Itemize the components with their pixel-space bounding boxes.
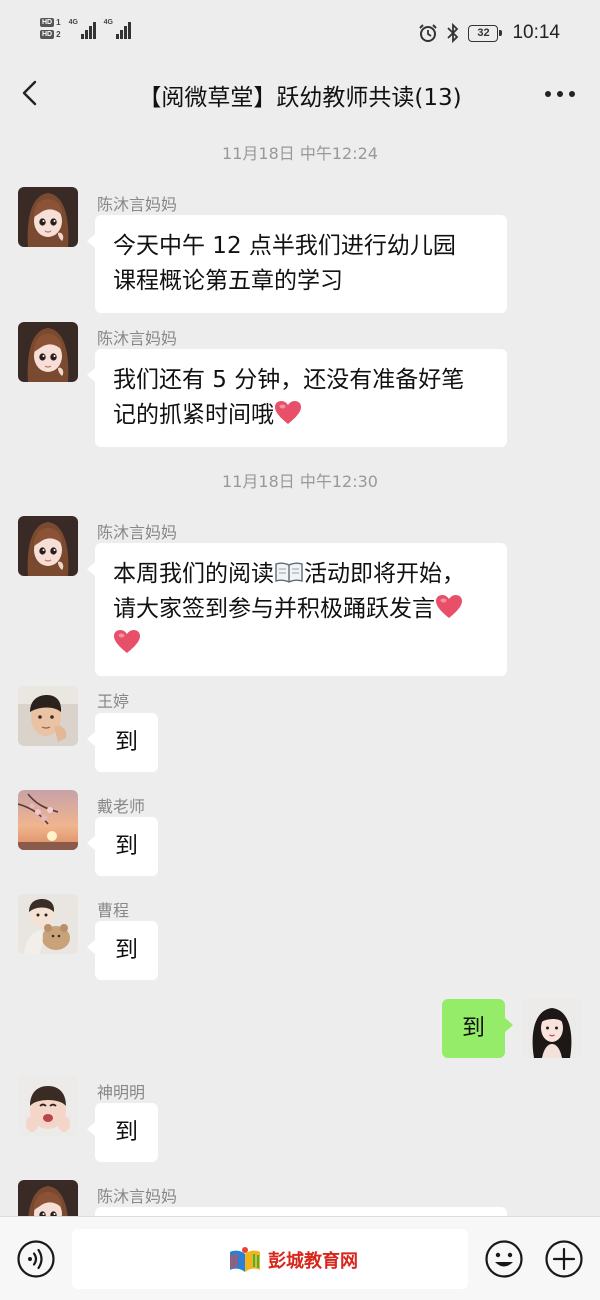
- message-text: 请大家签到参与并积极踊跃发言: [113, 596, 435, 622]
- book-logo-icon: [230, 1247, 260, 1272]
- message-bubble[interactable]: 到: [87, 817, 158, 876]
- input-bar: 彭城教育网: [0, 1216, 600, 1300]
- hd-badges: HD 1 HD 2: [40, 18, 61, 39]
- book-icon: [275, 562, 303, 583]
- message-line: 课程概论第五章的学习: [113, 268, 343, 294]
- signal-indicators: HD 1 HD 2 4G 4G: [40, 18, 131, 39]
- avatar[interactable]: [18, 1076, 78, 1136]
- message-bubble[interactable]: 到: [87, 921, 158, 980]
- sim-1-number: 1: [56, 18, 61, 27]
- avatar[interactable]: [18, 187, 78, 247]
- signal-strength-icon-2: 4G: [104, 19, 131, 39]
- message-line: 记的抓紧时间哦: [113, 398, 489, 433]
- child-bear-avatar-icon: [18, 894, 78, 954]
- timestamp: 11月18日 中午12:30: [222, 472, 378, 491]
- clock: 10:14: [512, 22, 560, 43]
- status-bar: HD 1 HD 2 4G 4G 32 10:14: [0, 0, 600, 62]
- baby-avatar-icon: [18, 1076, 78, 1136]
- message-text: 到: [115, 1119, 138, 1145]
- sender-name: 陈沐言妈妈: [97, 329, 178, 348]
- avatar[interactable]: [18, 322, 78, 382]
- sender-name: 戴老师: [97, 797, 146, 816]
- avatar[interactable]: [18, 516, 78, 576]
- voice-icon[interactable]: [16, 1239, 56, 1279]
- message-text: 活动即将开始，: [304, 561, 465, 587]
- chat-header: 【阅微草堂】跃幼教师共读(13): [0, 62, 600, 124]
- alarm-icon: [419, 24, 438, 42]
- sender-name: 陈沐言妈妈: [97, 523, 178, 542]
- signal-strength-icon-1: 4G: [69, 19, 96, 39]
- emoji-icon[interactable]: [484, 1239, 524, 1279]
- message-text: 本周我们的阅读: [113, 561, 274, 587]
- message-text: 到: [115, 729, 138, 755]
- message-line: 请大家签到参与并积极踊跃发言: [113, 592, 489, 627]
- more-icon[interactable]: [542, 82, 578, 106]
- plus-icon[interactable]: [544, 1239, 584, 1279]
- message-line: 本周我们的阅读 活动即将开始，: [113, 557, 489, 592]
- my-avatar[interactable]: [522, 998, 582, 1058]
- message-text: 到: [115, 833, 138, 859]
- heart-icon: [435, 594, 463, 620]
- network-type-1: 4G: [68, 18, 78, 26]
- message-line: 今天中午 12 点半我们进行幼儿园: [113, 233, 456, 259]
- message-bubble[interactable]: 我们还有 5 分钟，还没有准备好笔 记的抓紧时间哦: [87, 349, 507, 447]
- message-text: 记的抓紧时间哦: [113, 402, 274, 428]
- battery-icon: 32: [468, 24, 503, 42]
- hd-badge-1: HD: [40, 18, 55, 27]
- heart-icon: [113, 629, 141, 655]
- sender-name: 陈沐言妈妈: [97, 195, 178, 214]
- woman-avatar-icon: [522, 998, 582, 1058]
- girl-avatar-icon: [18, 516, 78, 576]
- watermark-logo: 彭城教育网: [228, 1246, 358, 1274]
- girl-avatar-icon: [18, 322, 78, 382]
- message-text: 到: [462, 1015, 485, 1041]
- boy-avatar-icon: [18, 686, 78, 746]
- message-bubble[interactable]: 今天中午 12 点半我们进行幼儿园 课程概论第五章的学习: [87, 215, 507, 313]
- timestamp: 11月18日 中午12:24: [222, 144, 378, 163]
- message-bubble[interactable]: 到: [87, 713, 158, 772]
- sender-name: 陈沐言妈妈: [97, 1187, 178, 1206]
- sim-2-number: 2: [56, 30, 61, 39]
- network-type-2: 4G: [103, 18, 113, 26]
- girl-avatar-icon: [18, 187, 78, 247]
- avatar[interactable]: [18, 790, 78, 850]
- status-right: 32 10:14: [418, 22, 560, 44]
- avatar[interactable]: [18, 686, 78, 746]
- hd-badge-2: HD: [40, 30, 55, 39]
- my-message-bubble[interactable]: 到: [442, 999, 513, 1058]
- avatar[interactable]: [18, 894, 78, 954]
- message-line: 我们还有 5 分钟，还没有准备好笔: [113, 367, 465, 393]
- sender-name: 曹程: [97, 901, 130, 920]
- watermark-text: 彭城教育网: [268, 1251, 358, 1272]
- back-arrow-icon[interactable]: [14, 76, 48, 110]
- chat-title: 【阅微草堂】跃幼教师共读(13): [138, 85, 462, 111]
- message-bubble[interactable]: 本周我们的阅读 活动即将开始， 请大家签到参与并积极踊跃发言: [87, 543, 507, 676]
- message-bubble[interactable]: 到: [87, 1103, 158, 1162]
- message-text: 到: [115, 937, 138, 963]
- heart-icon: [274, 400, 302, 426]
- bluetooth-icon: [447, 22, 459, 44]
- message-line: [113, 627, 489, 662]
- sender-name: 神明明: [97, 1083, 146, 1102]
- message-input[interactable]: 彭城教育网: [72, 1229, 468, 1289]
- sender-name: 王婷: [97, 692, 130, 711]
- sunset-avatar-icon: [18, 790, 78, 850]
